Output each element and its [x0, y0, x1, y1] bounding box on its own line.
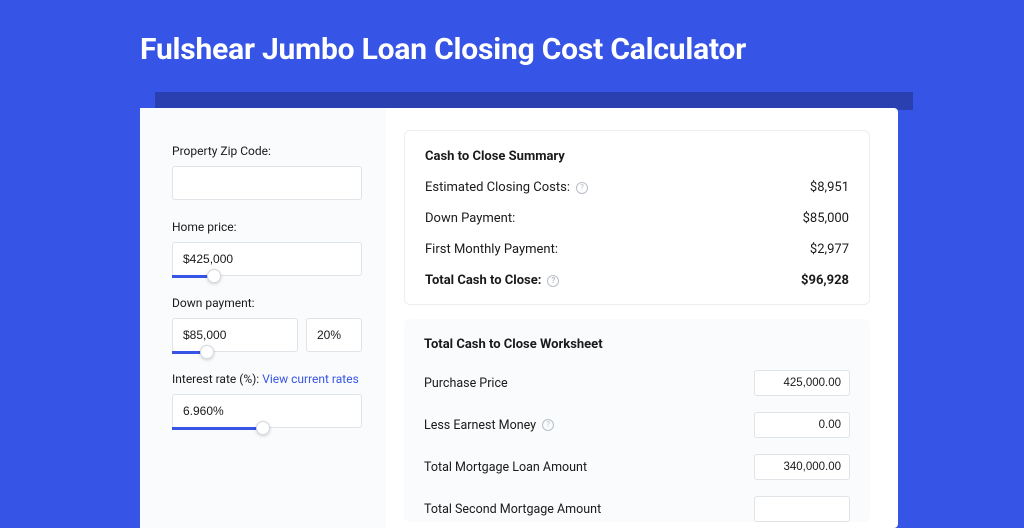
ws-row-second-mortgage: Total Second Mortgage Amount	[424, 496, 850, 522]
help-icon[interactable]: ?	[542, 419, 554, 431]
summary-row-down-payment: Down Payment: $85,000	[425, 211, 849, 226]
summary-value: $96,928	[801, 273, 849, 288]
summary-value: $2,977	[810, 242, 849, 257]
summary-label: Total Cash to Close:	[425, 273, 541, 288]
summary-value: $8,951	[810, 180, 849, 195]
zip-field-block: Property Zip Code:	[172, 144, 362, 200]
ws-row-mortgage-total: Total Mortgage Loan Amount	[424, 454, 850, 480]
summary-value: $85,000	[803, 211, 849, 226]
down-payment-block: Down payment:	[172, 296, 362, 352]
down-payment-slider[interactable]	[172, 318, 298, 352]
summary-row-first-monthly: First Monthly Payment: $2,977	[425, 242, 849, 257]
worksheet-title: Total Cash to Close Worksheet	[424, 337, 850, 352]
ws-label: Total Second Mortgage Amount	[424, 502, 601, 517]
interest-rate-slider[interactable]	[172, 394, 362, 428]
interest-rate-block: Interest rate (%): View current rates	[172, 372, 362, 428]
rate-label-row: Interest rate (%): View current rates	[172, 372, 362, 386]
down-payment-input[interactable]	[172, 318, 298, 352]
ws-row-earnest-money: Less Earnest Money ?	[424, 412, 850, 438]
zip-label: Property Zip Code:	[172, 144, 362, 158]
help-icon[interactable]: ?	[547, 275, 559, 287]
page-title: Fulshear Jumbo Loan Closing Cost Calcula…	[0, 0, 1024, 67]
ws-input-earnest-money[interactable]	[754, 412, 850, 438]
summary-row-closing-costs: Estimated Closing Costs: ? $8,951	[425, 180, 849, 195]
home-price-input[interactable]	[172, 242, 362, 276]
inputs-column: Property Zip Code: Home price: Down paym…	[140, 108, 386, 528]
zip-input[interactable]	[172, 166, 362, 200]
ws-input-mortgage-total[interactable]	[754, 454, 850, 480]
down-payment-pct-input[interactable]	[306, 318, 362, 352]
summary-title: Cash to Close Summary	[425, 149, 849, 164]
results-column: Cash to Close Summary Estimated Closing …	[386, 108, 898, 528]
summary-row-total: Total Cash to Close: ? $96,928	[425, 273, 849, 288]
down-payment-label: Down payment:	[172, 296, 362, 310]
ws-label: Purchase Price	[424, 376, 508, 391]
worksheet-box: Total Cash to Close Worksheet Purchase P…	[404, 319, 870, 522]
help-icon[interactable]: ?	[576, 182, 588, 194]
summary-box: Cash to Close Summary Estimated Closing …	[404, 130, 870, 305]
ws-input-second-mortgage[interactable]	[754, 496, 850, 522]
ws-row-purchase-price: Purchase Price	[424, 370, 850, 396]
ws-input-purchase-price[interactable]	[754, 370, 850, 396]
rate-label-prefix: Interest rate (%):	[172, 372, 262, 386]
summary-label: Estimated Closing Costs:	[425, 180, 570, 195]
home-price-block: Home price:	[172, 220, 362, 276]
home-price-slider[interactable]	[172, 242, 362, 276]
view-rates-link[interactable]: View current rates	[262, 372, 359, 386]
summary-label: First Monthly Payment:	[425, 242, 558, 257]
ws-label: Less Earnest Money	[424, 418, 536, 433]
ws-label: Total Mortgage Loan Amount	[424, 460, 587, 475]
calculator-card: Property Zip Code: Home price: Down paym…	[140, 108, 898, 528]
home-price-label: Home price:	[172, 220, 362, 234]
summary-label: Down Payment:	[425, 211, 515, 226]
